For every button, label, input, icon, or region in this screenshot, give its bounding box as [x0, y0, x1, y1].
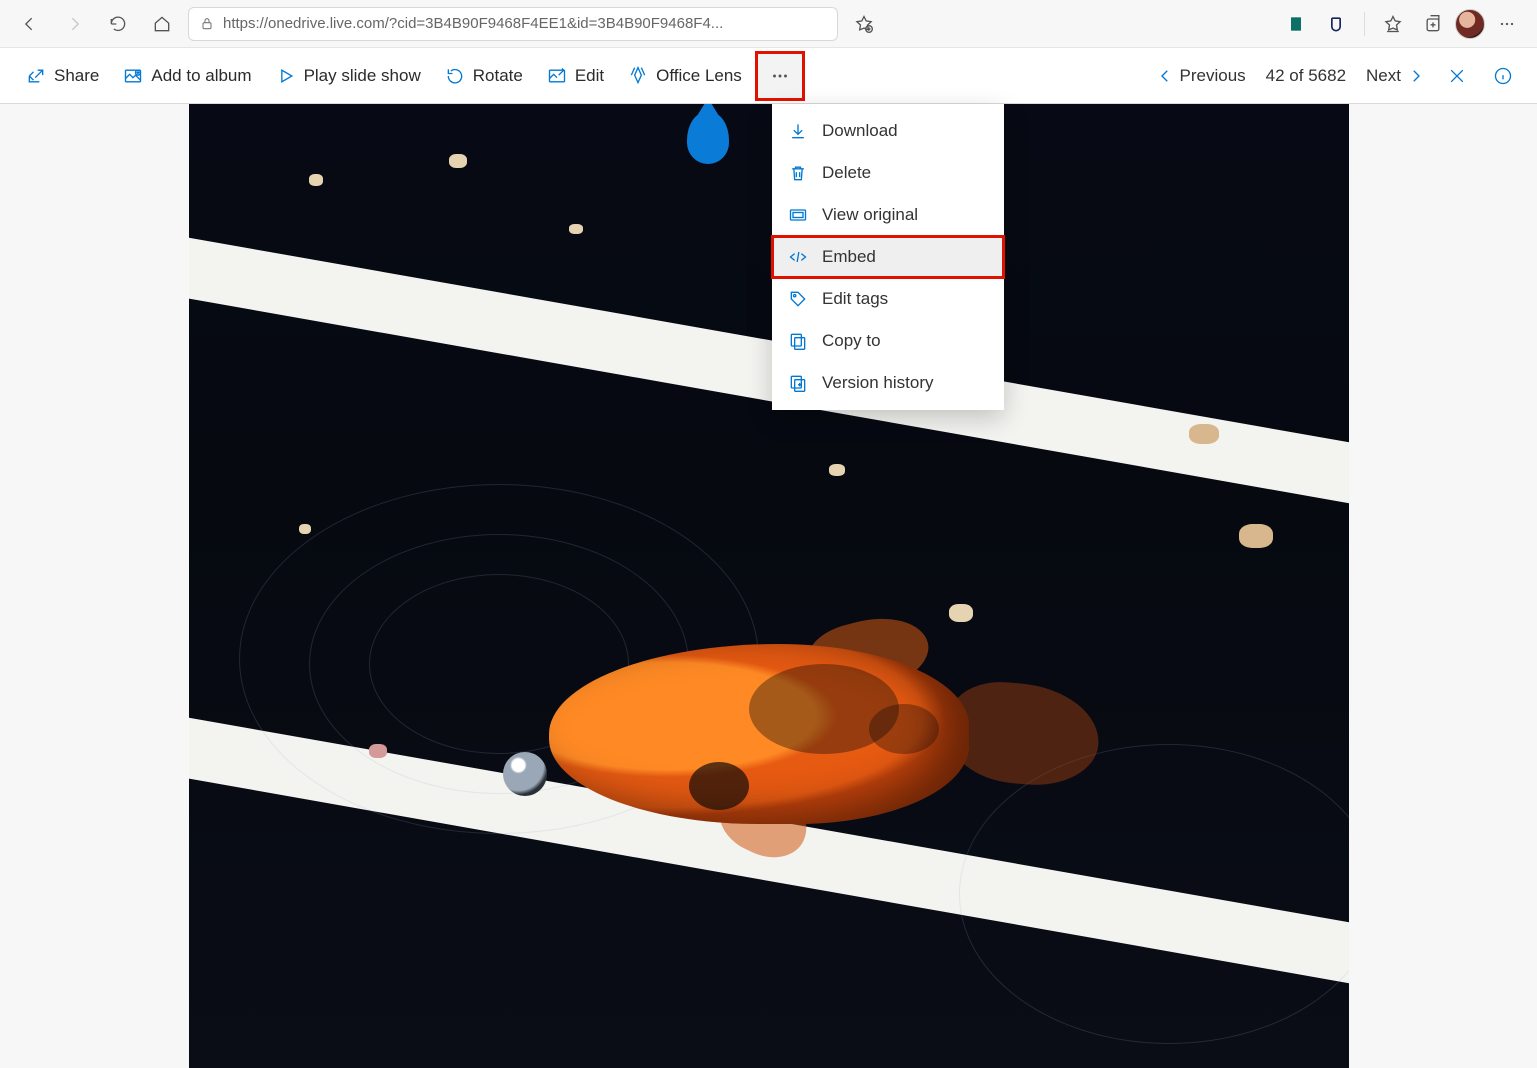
- menu-version-history-label: Version history: [822, 373, 934, 393]
- photo-nav: Previous 42 of 5682 Next: [1152, 58, 1521, 94]
- photo-subject: [549, 644, 1109, 874]
- menu-edit-tags-label: Edit tags: [822, 289, 888, 309]
- share-label: Share: [54, 66, 99, 86]
- edit-button[interactable]: Edit: [537, 58, 614, 94]
- back-button[interactable]: [12, 6, 48, 42]
- onedrive-toolbar: Share Add to album Play slide show Rotat…: [0, 48, 1537, 104]
- rotate-label: Rotate: [473, 66, 523, 86]
- browser-more-button[interactable]: [1489, 6, 1525, 42]
- extension-1-icon[interactable]: [1278, 6, 1314, 42]
- rotate-button[interactable]: Rotate: [435, 58, 533, 94]
- forward-button: [56, 6, 92, 42]
- menu-view-original-label: View original: [822, 205, 918, 225]
- collections-button[interactable]: [1415, 6, 1451, 42]
- address-bar[interactable]: https://onedrive.live.com/?cid=3B4B90F94…: [188, 7, 838, 41]
- menu-view-original[interactable]: View original: [772, 194, 1004, 236]
- refresh-button[interactable]: [100, 6, 136, 42]
- next-button[interactable]: Next: [1362, 60, 1429, 92]
- office-lens-button[interactable]: Office Lens: [618, 58, 752, 94]
- menu-edit-tags[interactable]: Edit tags: [772, 278, 1004, 320]
- menu-download[interactable]: Download: [772, 110, 1004, 152]
- menu-delete[interactable]: Delete: [772, 152, 1004, 194]
- add-favorite-button[interactable]: [846, 6, 882, 42]
- menu-embed[interactable]: Embed: [772, 236, 1004, 278]
- menu-delete-label: Delete: [822, 163, 871, 183]
- favorites-button[interactable]: [1375, 6, 1411, 42]
- edit-label: Edit: [575, 66, 604, 86]
- more-actions-button[interactable]: [756, 52, 804, 100]
- add-to-album-button[interactable]: Add to album: [113, 58, 261, 94]
- add-to-album-label: Add to album: [151, 66, 251, 86]
- address-url: https://onedrive.live.com/?cid=3B4B90F94…: [223, 15, 723, 32]
- menu-embed-label: Embed: [822, 247, 876, 267]
- more-actions-menu: Download Delete View original Embed Edit…: [772, 104, 1004, 410]
- menu-download-label: Download: [822, 121, 898, 141]
- play-slideshow-button[interactable]: Play slide show: [266, 58, 431, 94]
- photo-decor: [189, 223, 1349, 525]
- close-button[interactable]: [1439, 58, 1475, 94]
- share-button[interactable]: Share: [16, 58, 109, 94]
- browser-toolbar: https://onedrive.live.com/?cid=3B4B90F94…: [0, 0, 1537, 48]
- menu-copy-to[interactable]: Copy to: [772, 320, 1004, 362]
- next-label: Next: [1366, 66, 1401, 86]
- photo-viewer[interactable]: [189, 104, 1349, 1068]
- play-slideshow-label: Play slide show: [304, 66, 421, 86]
- previous-label: Previous: [1180, 66, 1246, 86]
- photo-counter: 42 of 5682: [1260, 66, 1352, 86]
- browser-right-cluster: [1278, 6, 1525, 42]
- info-button[interactable]: [1485, 58, 1521, 94]
- divider: [1364, 12, 1365, 36]
- previous-button[interactable]: Previous: [1152, 60, 1250, 92]
- office-lens-label: Office Lens: [656, 66, 742, 86]
- photo-stage: [0, 104, 1537, 1068]
- home-button[interactable]: [144, 6, 180, 42]
- menu-copy-to-label: Copy to: [822, 331, 881, 351]
- app-overlay-icon: [687, 112, 729, 164]
- profile-avatar[interactable]: [1455, 9, 1485, 39]
- menu-version-history[interactable]: Version history: [772, 362, 1004, 404]
- extension-2-icon[interactable]: [1318, 6, 1354, 42]
